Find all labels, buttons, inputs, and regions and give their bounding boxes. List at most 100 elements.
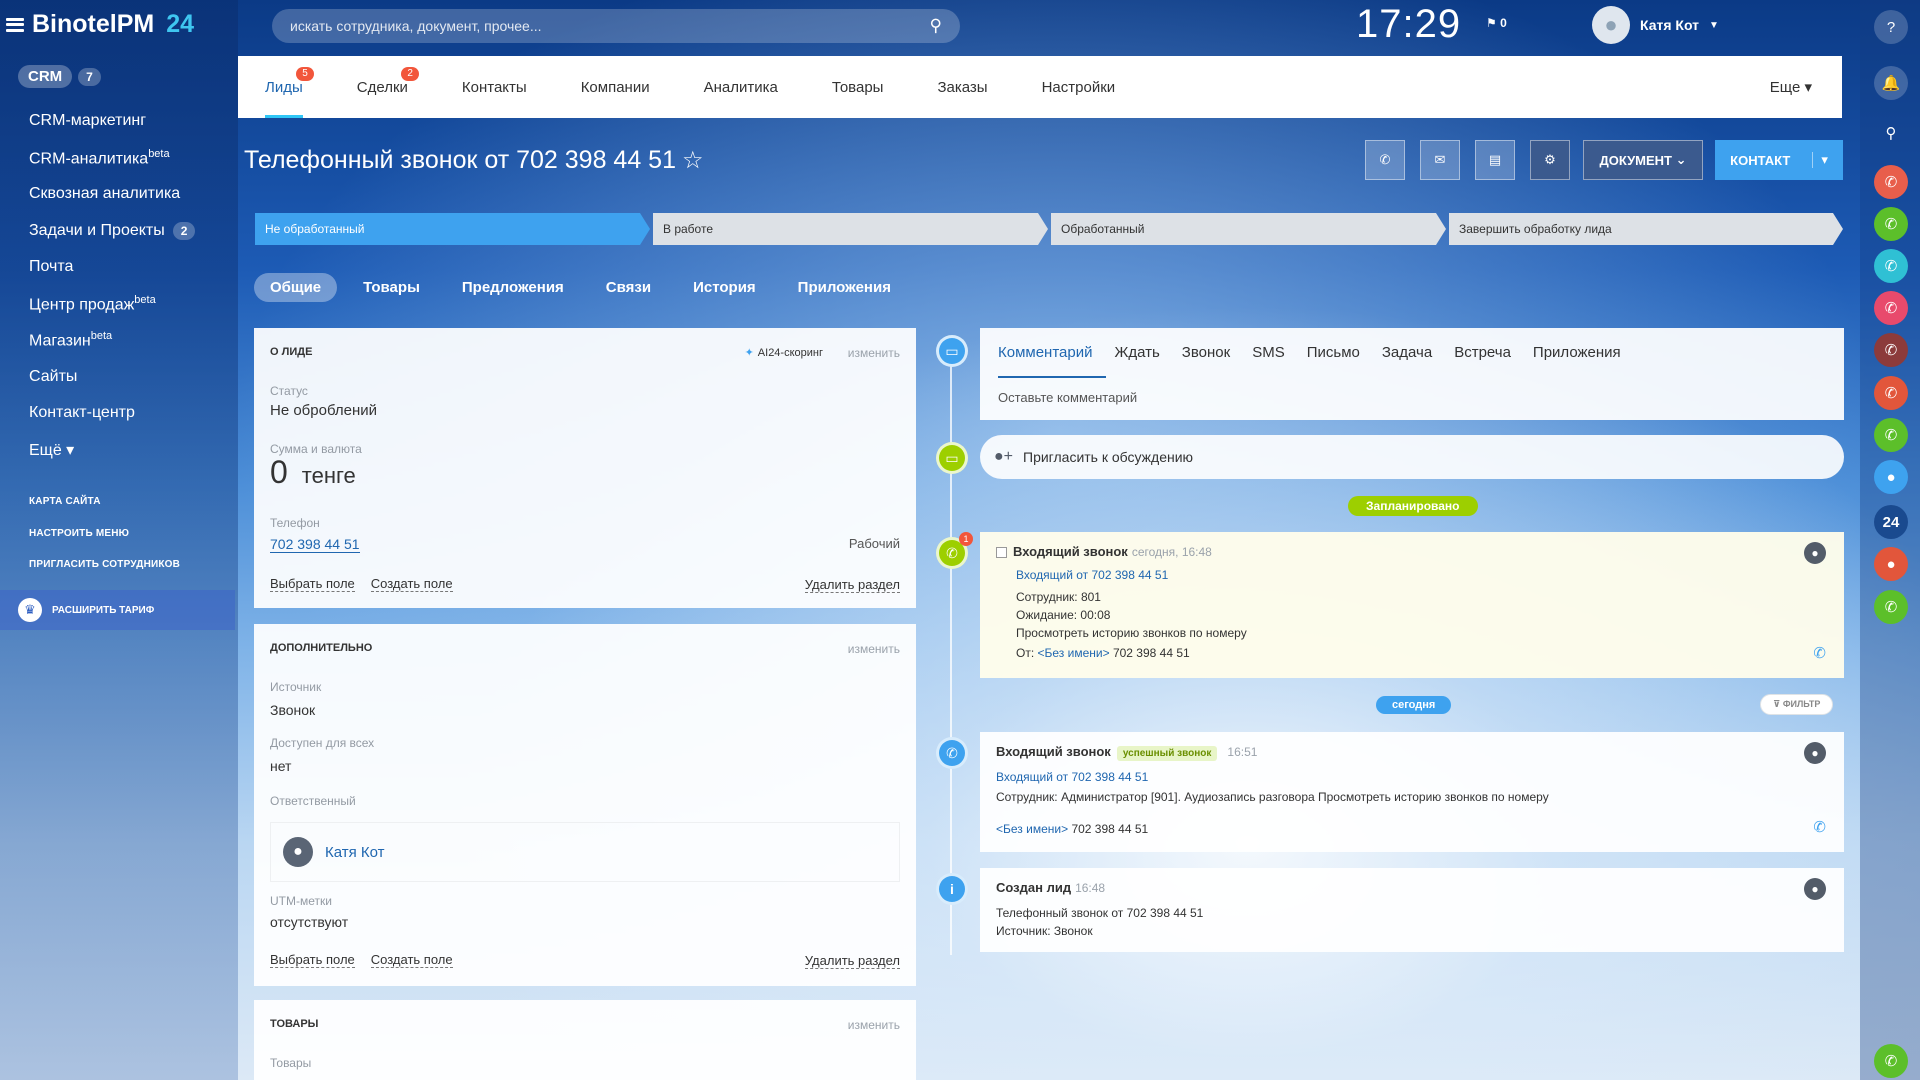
delete-section-link[interactable]: Удалить раздел — [804, 577, 900, 593]
settings-button[interactable]: ⚙ — [1530, 140, 1570, 180]
call-from-link[interactable]: Входящий от 702 398 44 51 — [996, 770, 1148, 784]
crm-pill[interactable]: CRM — [18, 65, 73, 88]
call-button[interactable]: ✆ — [1365, 140, 1405, 180]
sidebar-item-through-analytics[interactable]: Сквозная аналитика — [29, 176, 195, 213]
complete-checkbox[interactable] — [996, 547, 1007, 559]
invite-discussion[interactable]: ●+ Пригласить к обсуждению — [980, 435, 1844, 479]
sidebar-item-sites[interactable]: Сайты — [29, 359, 195, 396]
tab-deals[interactable]: Сделки 2 — [330, 56, 435, 118]
contact-button[interactable]: КОНТАКТ ▾ — [1715, 140, 1843, 180]
user-menu[interactable]: ● Катя Кот ▼ — [1592, 6, 1719, 44]
comment-tab-wait[interactable]: Ждать — [1114, 344, 1159, 361]
call-orange-icon[interactable]: ✆ — [1874, 376, 1908, 410]
sidebar-item-shop[interactable]: Магазинbeta — [29, 322, 195, 359]
call-from-link[interactable]: Входящий от 702 398 44 51 — [1016, 568, 1168, 582]
tab-settings[interactable]: Настройки — [1015, 56, 1143, 118]
edit-link[interactable]: изменить — [848, 642, 900, 656]
call-green-bottom-icon[interactable]: ✆ — [1874, 1044, 1908, 1078]
subtab-history[interactable]: История — [677, 273, 772, 302]
global-search[interactable]: ⚲ — [272, 9, 960, 43]
sidebar-item-contact-center[interactable]: Контакт-центр — [29, 395, 195, 432]
subtab-apps[interactable]: Приложения — [782, 273, 907, 302]
clock[interactable]: 17:29 — [1356, 2, 1461, 47]
user-red-icon[interactable]: ● — [1874, 547, 1908, 581]
comment-input[interactable]: Оставьте комментарий — [998, 390, 1137, 405]
tab-products[interactable]: Товары — [805, 56, 911, 118]
stage-processed[interactable]: Обработанный — [1051, 213, 1446, 245]
call-dark-red-icon[interactable]: ✆ — [1874, 333, 1908, 367]
invite-employees-link[interactable]: Пригласить сотрудников — [29, 549, 180, 581]
select-field-link[interactable]: Выбрать поле — [270, 576, 355, 592]
phone-icon[interactable]: ✆ — [1813, 818, 1826, 836]
document-button[interactable]: ДОКУМЕНТ ⌄ — [1583, 140, 1703, 180]
sitemap-link[interactable]: Карта сайта — [29, 486, 180, 518]
call-green-2-icon[interactable]: ✆ — [1874, 418, 1908, 452]
stage-finish[interactable]: Завершить обработку лида — [1449, 213, 1843, 245]
search-input[interactable] — [290, 18, 930, 34]
call-red-icon[interactable]: ✆ — [1874, 165, 1908, 199]
call-pink-icon[interactable]: ✆ — [1874, 291, 1908, 325]
search-icon[interactable]: ⚲ — [930, 16, 942, 36]
configure-menu-link[interactable]: Настроить меню — [29, 518, 180, 550]
filter-button[interactable]: ⊽ Фильтр — [1760, 694, 1834, 715]
bitrix24-icon[interactable]: 24 — [1874, 505, 1908, 539]
help-icon[interactable]: ? — [1874, 10, 1908, 44]
sidebar-item-sales-center[interactable]: Центр продажbeta — [29, 286, 195, 323]
caller-name-link[interactable]: <Без имени> — [996, 822, 1068, 836]
stage-unprocessed[interactable]: Не обработанный — [255, 213, 650, 245]
card-title: Дополнительно — [270, 642, 373, 654]
comment-dot-icon: ▭ — [936, 335, 968, 367]
chat-button[interactable]: ▤ — [1475, 140, 1515, 180]
comment-tab-comment[interactable]: Комментарий — [998, 344, 1092, 361]
source-label: Источник — [270, 680, 322, 694]
sidebar-item-crm-analytics[interactable]: CRM-аналитикаbeta — [29, 140, 195, 177]
phone-link[interactable]: 702 398 44 51 — [270, 536, 360, 553]
comment-tab-apps[interactable]: Приложения — [1533, 344, 1621, 361]
tab-more[interactable]: Еще ▾ — [1743, 56, 1842, 118]
caller-name-link[interactable]: <Без имени> — [1038, 646, 1110, 660]
comment-tab-task[interactable]: Задача — [1382, 344, 1432, 361]
comment-tab-call[interactable]: Звонок — [1182, 344, 1230, 361]
email-button[interactable]: ✉ — [1420, 140, 1460, 180]
edit-link[interactable]: изменить — [848, 1018, 900, 1032]
call-history-link[interactable]: Просмотреть историю звонков по номеру — [1016, 626, 1247, 640]
phone-icon[interactable]: ✆ — [1813, 644, 1826, 662]
edit-link[interactable]: изменить — [848, 346, 900, 360]
sidebar-item-mail[interactable]: Почта — [29, 249, 195, 286]
delete-section-link[interactable]: Удалить раздел — [804, 953, 900, 969]
tab-analytics[interactable]: Аналитика — [677, 56, 805, 118]
subtab-products[interactable]: Товары — [347, 273, 436, 302]
star-icon[interactable]: ☆ — [682, 146, 704, 175]
create-field-link[interactable]: Создать поле — [370, 952, 453, 968]
work-day-flag[interactable]: ⚑ 0 — [1486, 16, 1507, 30]
tab-contacts[interactable]: Контакты — [435, 56, 554, 118]
subtab-general[interactable]: Общие — [254, 273, 338, 302]
tab-companies[interactable]: Компании — [554, 56, 677, 118]
menu-icon[interactable] — [6, 17, 24, 32]
comment-tab-meeting[interactable]: Встреча — [1454, 344, 1511, 361]
stage-in-work[interactable]: В работе — [653, 213, 1048, 245]
tab-leads[interactable]: Лиды 5 — [238, 56, 330, 118]
logo[interactable]: BinotelPM 24 — [6, 10, 194, 39]
subtab-links[interactable]: Связи — [590, 273, 667, 302]
ai-scoring-button[interactable]: ✦ AI24-скоринг — [745, 346, 823, 360]
create-field-link[interactable]: Создать поле — [370, 576, 453, 592]
call-teal-icon[interactable]: ✆ — [1874, 249, 1908, 283]
sidebar-item-crm-marketing[interactable]: CRM-маркетинг — [29, 103, 195, 140]
crm-row[interactable]: CRM 7 — [18, 65, 101, 88]
call-green-icon[interactable]: ✆ — [1874, 207, 1908, 241]
responsible-name[interactable]: Катя Кот — [325, 844, 385, 861]
subtab-offers[interactable]: Предложения — [446, 273, 580, 302]
comment-tab-email[interactable]: Письмо — [1307, 344, 1360, 361]
select-field-link[interactable]: Выбрать поле — [270, 952, 355, 968]
upgrade-plan-button[interactable]: ♛ Расширить тариф — [0, 590, 235, 630]
tab-orders[interactable]: Заказы — [910, 56, 1014, 118]
search-panel-icon[interactable]: ⚲ — [1874, 116, 1908, 150]
notifications-icon[interactable]: 🔔 — [1874, 66, 1908, 100]
call-green-3-icon[interactable]: ✆ — [1874, 590, 1908, 624]
contact-avatar-icon[interactable]: ● — [1874, 460, 1908, 494]
sidebar-item-tasks[interactable]: Задачи и Проекты 2 — [29, 213, 196, 250]
sidebar-item-more[interactable]: Ещё ▾ — [29, 432, 195, 469]
chevron-down-icon[interactable]: ▾ — [1812, 152, 1828, 168]
comment-tab-sms[interactable]: SMS — [1252, 344, 1285, 361]
